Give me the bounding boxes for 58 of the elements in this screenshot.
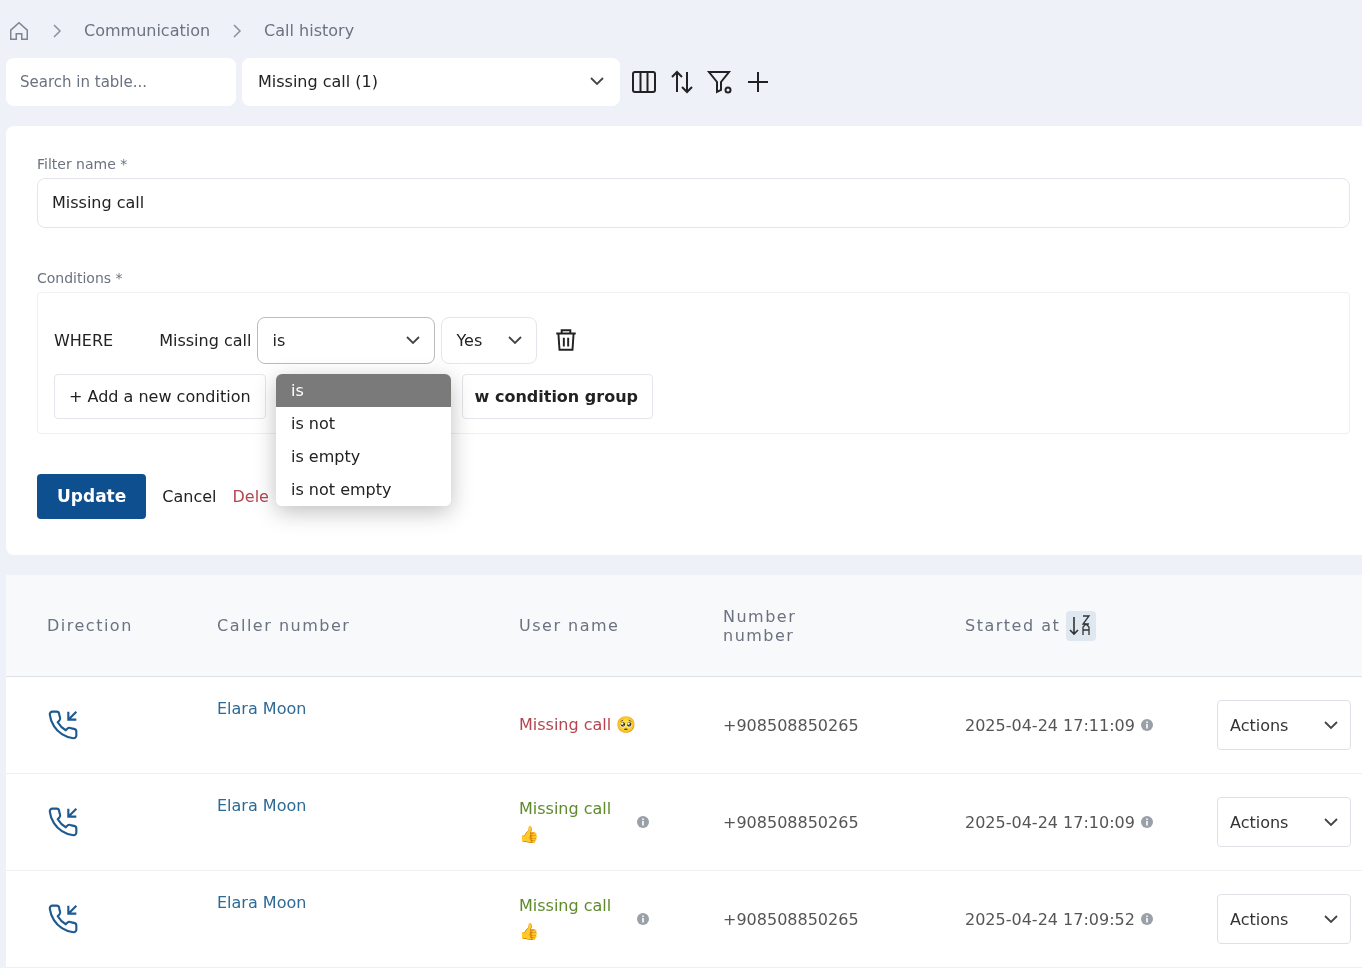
delete-button[interactable]: Dele <box>232 486 269 506</box>
actions-button[interactable]: Actions <box>1217 797 1351 847</box>
menu-item[interactable]: is empty <box>276 439 451 473</box>
caller-name: Elara Moon <box>217 796 307 815</box>
filter-name-field[interactable]: Missing call <box>37 177 1350 228</box>
search-field[interactable]: Search in table... <box>6 57 236 106</box>
call-status: Missing call 🥺 <box>519 714 637 736</box>
start-time: 2025-04-24 17:11:09 <box>965 715 1135 735</box>
phone-number: +908508850265 <box>723 715 859 735</box>
info-icon <box>1140 816 1153 828</box>
add-condition-group-button[interactable]: w condition group <box>461 373 653 419</box>
sort-icon[interactable] <box>1066 610 1097 641</box>
caller-name: Elara Moon <box>217 699 307 718</box>
update-button[interactable]: Update <box>37 473 147 519</box>
column-header: Direction <box>47 616 133 635</box>
incoming-call-icon <box>47 903 79 935</box>
operator-select[interactable]: is <box>257 316 436 364</box>
field-label: Filter name * <box>37 155 129 172</box>
home-icon[interactable] <box>8 19 30 42</box>
phone-number: +908508850265 <box>723 909 859 929</box>
filter-select[interactable]: Missing call (1) <box>242 57 620 106</box>
add-condition-button[interactable]: + Add a new condition <box>54 373 266 419</box>
start-time: 2025-04-24 17:10:09 <box>965 812 1135 832</box>
chevron-down-icon <box>1324 720 1338 730</box>
call-status: Missing call 👍 <box>519 895 613 943</box>
info-icon <box>637 913 649 925</box>
where-label: WHERE <box>54 330 114 350</box>
column-header: Number number <box>723 606 798 645</box>
incoming-call-icon <box>47 806 79 838</box>
menu-item[interactable]: is <box>276 373 451 407</box>
chevron-right-icon <box>52 23 62 38</box>
cancel-button[interactable]: Cancel <box>162 486 217 506</box>
info-icon <box>1140 913 1153 925</box>
chevron-down-icon <box>590 77 604 87</box>
column-header: Caller number <box>217 616 351 635</box>
breadcrumb-link[interactable]: Call history <box>264 21 355 41</box>
phone-number: +908508850265 <box>723 812 859 832</box>
chevron-down-icon <box>508 335 523 345</box>
menu-item[interactable]: is not empty <box>276 472 451 506</box>
value-select[interactable]: Yes <box>441 316 538 364</box>
column-header: Started at <box>965 616 1061 635</box>
actions-button[interactable]: Actions <box>1217 700 1351 750</box>
caller-name: Elara Moon <box>217 893 307 912</box>
chevron-down-icon <box>1324 817 1338 827</box>
call-status: Missing call 👍 <box>519 798 613 846</box>
column-header: User name <box>519 616 620 635</box>
start-time: 2025-04-24 17:09:52 <box>965 909 1135 929</box>
incoming-call-icon <box>47 709 79 741</box>
field-name: Missing call <box>159 330 252 350</box>
actions-button[interactable]: Actions <box>1217 894 1351 944</box>
chevron-down-icon <box>406 335 421 345</box>
chevron-right-icon <box>232 23 243 38</box>
breadcrumb-link[interactable]: Communication <box>84 21 211 41</box>
menu-item[interactable]: is not <box>276 406 451 440</box>
field-label: Conditions * <box>37 269 124 286</box>
info-icon <box>1140 719 1153 731</box>
info-icon <box>637 816 649 828</box>
chevron-down-icon <box>1324 914 1338 924</box>
